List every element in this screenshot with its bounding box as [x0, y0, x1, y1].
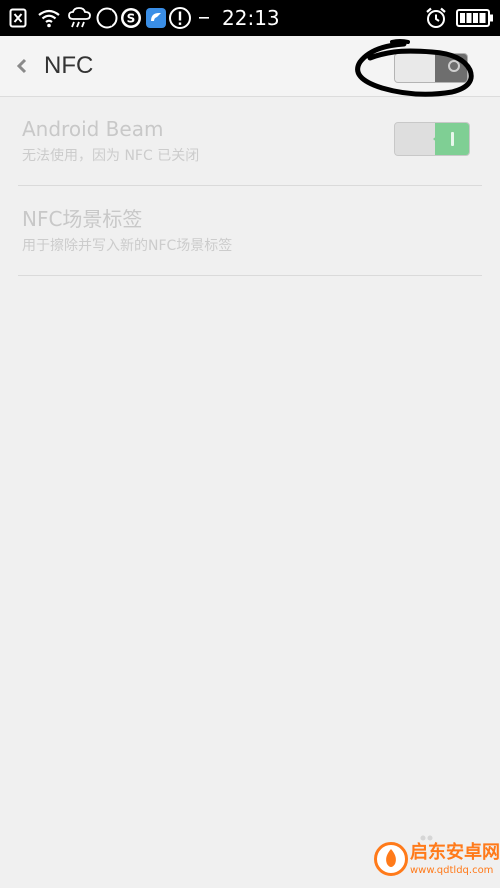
battery-icon — [455, 6, 495, 30]
sogou-icon: S — [120, 6, 142, 30]
watermark-name: 启东安卓网 — [410, 842, 500, 863]
watermark: 启东安卓网 www.qdtldq.com — [360, 834, 500, 888]
android-beam-subtitle: 无法使用，因为 NFC 已关闭 — [22, 148, 200, 164]
alert-icon — [168, 6, 192, 30]
alarm-icon — [424, 6, 448, 30]
setting-android-beam[interactable]: Android Beam 无法使用，因为 NFC 已关闭 — [18, 96, 482, 186]
more-dots-icon — [197, 6, 211, 30]
nfc-toggle-track — [395, 54, 437, 82]
watermark-logo-icon — [374, 842, 408, 876]
nfc-toggle[interactable] — [394, 53, 468, 83]
status-time: 22:13 — [222, 6, 280, 30]
android-beam-toggle[interactable] — [394, 122, 470, 156]
android-beam-title: Android Beam — [22, 117, 164, 141]
status-bar: S 22:13 — [0, 0, 500, 36]
moon-icon — [96, 6, 118, 30]
page-title: NFC — [44, 52, 94, 79]
app-icon — [145, 6, 167, 30]
wifi-icon — [36, 6, 62, 30]
setting-nfc-tags[interactable]: NFC场景标签 用于擦除并写入新的NFC场景标签 — [18, 186, 482, 276]
nfc-toggle-knob — [435, 54, 467, 82]
nfc-tags-subtitle: 用于擦除并写入新的NFC场景标签 — [22, 238, 233, 254]
chevron-left-icon[interactable] — [14, 56, 30, 76]
close-box-icon — [8, 6, 28, 30]
toggle-on-bar-icon — [451, 132, 454, 146]
svg-text:S: S — [127, 12, 136, 26]
toggle-off-ring-icon — [448, 60, 460, 72]
nfc-tags-title: NFC场景标签 — [22, 207, 143, 231]
weather-rain-icon — [66, 6, 96, 30]
watermark-url: www.qdtldq.com — [410, 865, 494, 876]
header-bar: NFC — [0, 36, 500, 97]
